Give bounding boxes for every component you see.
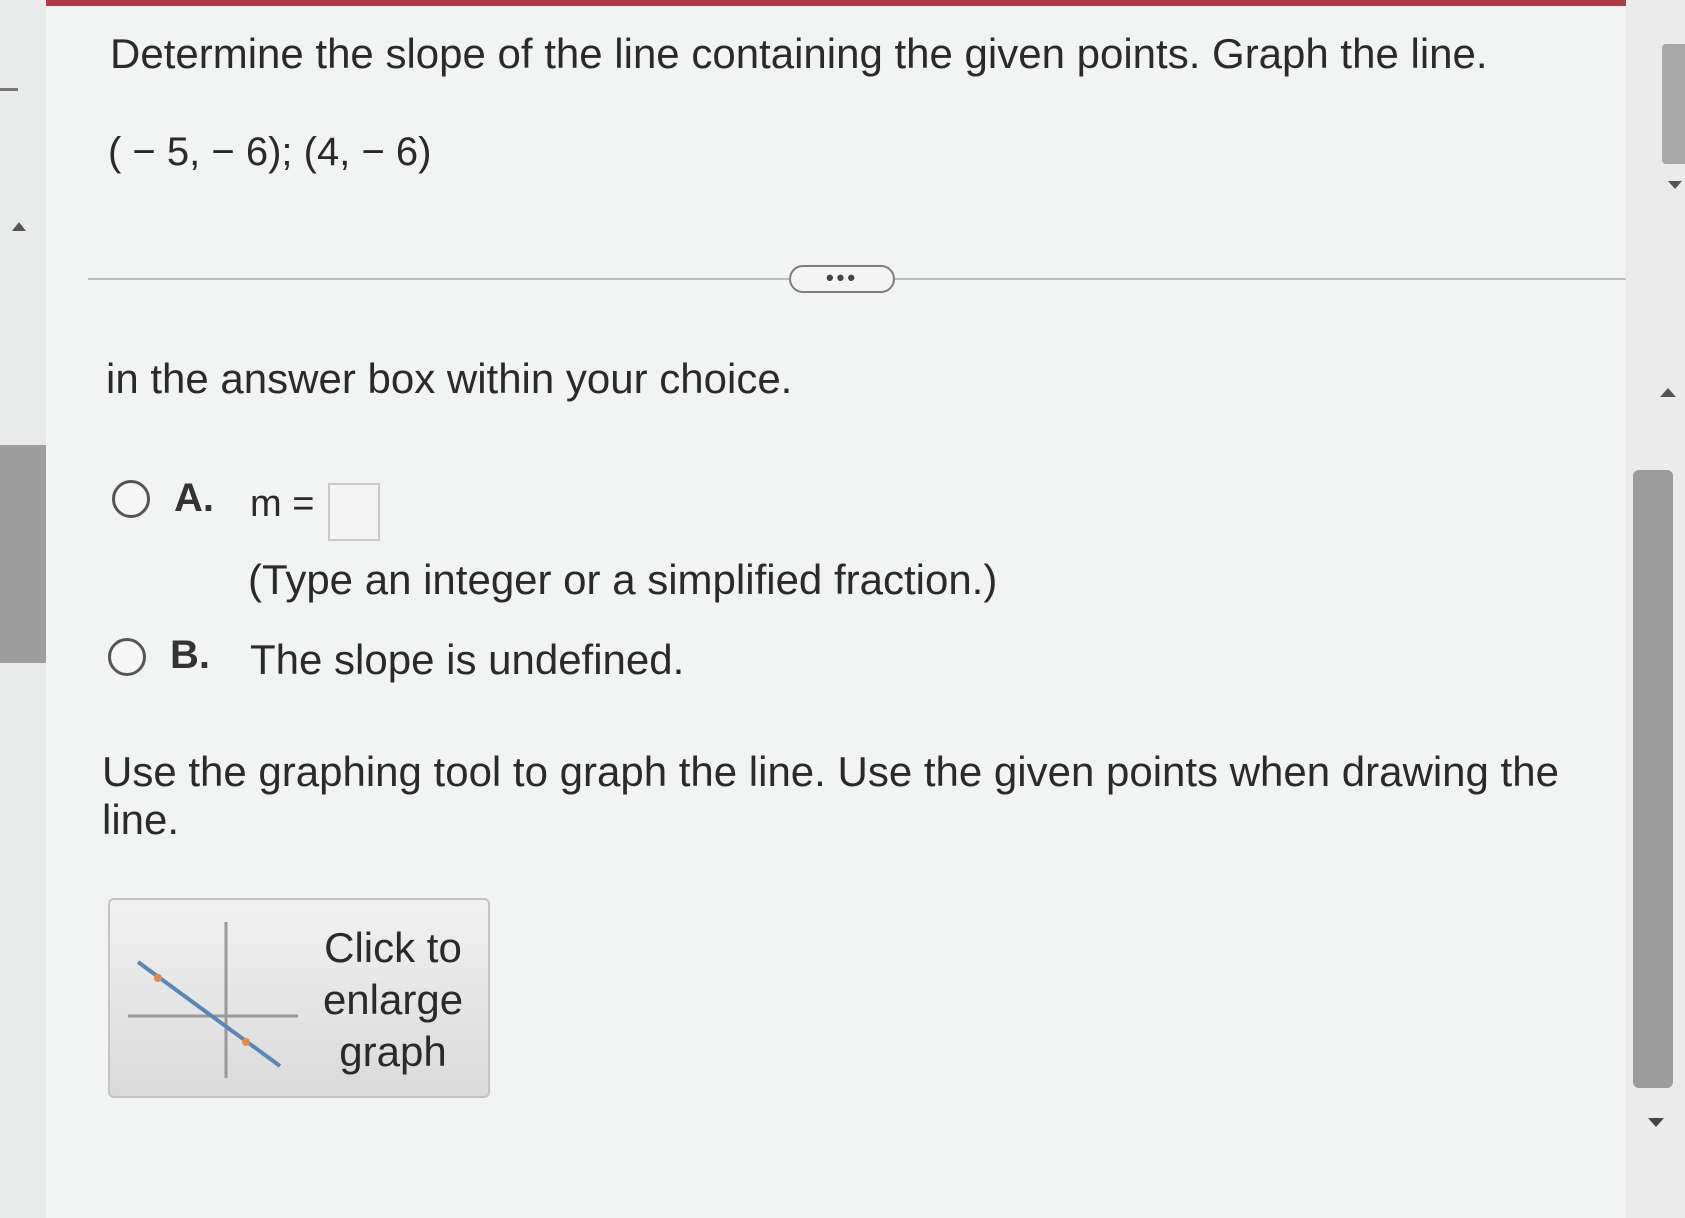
slope-answer-input[interactable] xyxy=(328,483,380,541)
top-scroll-down-arrow-icon[interactable] xyxy=(1668,181,1682,189)
scroll-up-arrow-icon[interactable] xyxy=(1660,388,1676,397)
graph-thumbnail-icon xyxy=(128,922,298,1078)
option-b-letter: B. xyxy=(170,633,210,677)
question-prompt: Determine the slope of the line containi… xyxy=(110,30,1488,77)
thumbnail-point-2 xyxy=(242,1038,250,1046)
answer-instruction: in the answer box within your choice. xyxy=(106,355,793,402)
option-b-radio[interactable] xyxy=(108,638,146,676)
scroll-down-arrow-icon[interactable] xyxy=(1648,1118,1664,1127)
graph-instruction: Use the graphing tool to graph the line.… xyxy=(102,748,1559,843)
answer-format-hint: (Type an integer or a simplified fractio… xyxy=(248,556,998,603)
enlarge-graph-button[interactable]: Click to enlarge graph xyxy=(108,898,490,1098)
given-points: ( − 5, − 6); (4, − 6) xyxy=(108,130,432,174)
expand-more-button[interactable]: ••• xyxy=(789,265,895,293)
option-b-text: The slope is undefined. xyxy=(250,636,685,683)
enlarge-graph-label: Click to enlarge graph xyxy=(322,924,464,1075)
left-scroll-up-arrow-icon[interactable] xyxy=(12,222,26,231)
left-panel-marker xyxy=(0,88,18,91)
option-a-letter: A. xyxy=(174,476,214,520)
option-a-radio[interactable] xyxy=(112,480,150,518)
page: Determine the slope of the line containi… xyxy=(0,0,1685,1218)
left-scrollbar-thumb[interactable] xyxy=(0,445,46,663)
right-scrollbar-thumb[interactable] xyxy=(1633,470,1673,1088)
slope-label: m = xyxy=(250,483,315,525)
top-accent-bar xyxy=(0,0,1685,6)
thumbnail-point-1 xyxy=(154,974,162,982)
top-scrollbar-thumb[interactable] xyxy=(1662,44,1685,164)
